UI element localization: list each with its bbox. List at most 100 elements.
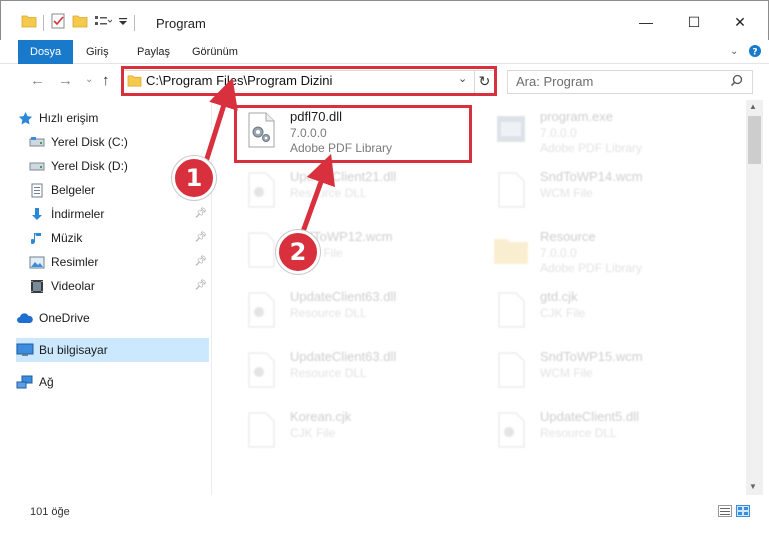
new-folder-icon[interactable] — [72, 14, 88, 31]
file-version: 7.0.0.0 — [540, 126, 577, 140]
up-arrow-icon[interactable]: ↑ — [102, 72, 110, 89]
quick-access-toolbar — [21, 13, 135, 32]
star-icon — [16, 110, 34, 126]
window-title: Program — [156, 16, 206, 31]
ribbon-tabs: Dosya Giriş Paylaş Görünüm ⌄ ? — [0, 40, 769, 64]
sidebar-item-label: Resimler — [51, 255, 99, 269]
file-description: Adobe PDF Library — [540, 141, 643, 155]
blank-file-icon — [491, 350, 531, 390]
tab-file[interactable]: Dosya — [18, 40, 74, 64]
step-1-marker: 1 — [172, 156, 216, 200]
blank-file-icon — [241, 230, 281, 270]
sidebar-item-downloads[interactable]: İndirmeler 📌︎ — [28, 202, 209, 226]
file-item-sndtowp14-wcm[interactable]: SndToWP14.wcm WCM File — [485, 164, 725, 214]
sidebar-item-music[interactable]: Müzik 📌︎ — [28, 226, 209, 250]
title-bar: Program — ☐ ✕ — [0, 0, 769, 40]
file-description: Adobe PDF Library — [540, 261, 643, 275]
dll-gear-icon — [241, 350, 281, 390]
pin-icon[interactable]: 📌︎ — [194, 280, 207, 291]
step-2-marker: 2 — [276, 230, 320, 274]
status-bar — [0, 500, 769, 524]
tab-view[interactable]: Görünüm — [180, 40, 250, 64]
large-icons-view-icon[interactable] — [736, 505, 750, 520]
sidebar-item-label: Videolar — [51, 279, 95, 293]
dll-gear-icon — [241, 170, 281, 210]
sidebar-item-label: Belgeler — [51, 183, 96, 197]
file-item-korean-cjk[interactable]: Korean.cjk CJK File — [235, 404, 475, 454]
chevron-down-icon[interactable]: ⌄ — [730, 46, 738, 57]
file-item-updateclient63-dll[interactable]: UpdateClient63.dll Resource DLL — [235, 344, 475, 394]
scroll-thumb[interactable] — [748, 116, 761, 164]
folder-icon — [491, 230, 531, 270]
file-highlight-box — [234, 105, 472, 163]
recent-locations-chevron-icon[interactable]: ⌄ — [85, 74, 93, 85]
file-name: SndToWP15.wcm — [540, 349, 643, 364]
pin-icon[interactable]: 📌︎ — [194, 232, 207, 243]
sidebar-item-onedrive[interactable]: OneDrive — [16, 306, 209, 330]
file-item-sndtowp15-wcm[interactable]: SndToWP15.wcm WCM File — [485, 344, 725, 394]
sidebar-item-network[interactable]: Ağ — [16, 370, 209, 394]
properties-check-icon[interactable] — [50, 13, 66, 32]
help-icon[interactable]: ? — [748, 44, 764, 60]
sidebar-item-label: Ağ — [39, 375, 54, 389]
scroll-up-arrow-icon[interactable]: ▲ — [749, 102, 757, 111]
file-item-program-exe[interactable]: program.exe 7.0.0.0 Adobe PDF Library — [485, 104, 725, 155]
tab-home[interactable]: Giriş — [74, 40, 121, 64]
folder-item-resource[interactable]: Resource 7.0.0.0 Adobe PDF Library — [485, 224, 725, 275]
file-name: Korean.cjk — [290, 409, 352, 424]
blank-file-icon — [241, 410, 281, 450]
file-item-updateclient5-dll[interactable]: UpdateClient5.dll Resource DLL — [485, 404, 725, 454]
exe-icon — [491, 110, 531, 150]
file-item-updateclient63-dll[interactable]: UpdateClient63.dll Resource DLL — [235, 284, 475, 334]
sidebar-item-label: Yerel Disk (C:) — [51, 135, 128, 149]
file-type: CJK File — [290, 426, 336, 440]
sidebar-item-label: Müzik — [51, 231, 83, 245]
sidebar-item-label: OneDrive — [39, 311, 90, 325]
maximize-button[interactable]: ☐ — [671, 7, 717, 37]
file-name: program.exe — [540, 109, 613, 124]
view-options-icon[interactable] — [94, 14, 113, 31]
dll-gear-icon — [491, 410, 531, 450]
view-switcher — [718, 505, 750, 520]
scroll-down-arrow-icon[interactable]: ▼ — [749, 482, 757, 491]
details-view-icon[interactable] — [718, 505, 732, 520]
file-item-gtd-cjk[interactable]: gtd.cjk CJK File — [485, 284, 725, 334]
file-item-updateclient21-dll[interactable]: UpdateClient21.dll Resource DLL — [235, 164, 475, 214]
close-button[interactable]: ✕ — [717, 7, 763, 37]
back-arrow-icon[interactable]: ← — [30, 72, 45, 89]
computer-icon — [16, 342, 34, 358]
music-icon — [28, 230, 46, 246]
file-item-sndtowp12-wcm[interactable]: SndToWP12.wcm WCM File — [235, 224, 475, 274]
drive-icon — [28, 134, 46, 150]
forward-arrow-icon[interactable]: → — [58, 72, 73, 89]
folder-icon — [21, 14, 37, 31]
file-name: UpdateClient63.dll — [290, 289, 397, 304]
pictures-icon — [28, 254, 46, 270]
file-name: UpdateClient5.dll — [540, 409, 640, 424]
cloud-icon — [16, 310, 34, 326]
minimize-button[interactable]: — — [623, 7, 669, 37]
sidebar-item-this-pc[interactable]: Bu bilgisayar — [16, 338, 209, 362]
sidebar-item-pictures[interactable]: Resimler 📌︎ — [28, 250, 209, 274]
sidebar-item-label: İndirmeler — [51, 207, 105, 221]
address-highlight-box — [121, 66, 497, 96]
svg-text:?: ? — [752, 48, 757, 58]
sidebar-item-videos[interactable]: Videolar 📌︎ — [28, 274, 209, 298]
sidebar-item-local-disk-c[interactable]: Yerel Disk (C:) — [28, 130, 209, 154]
sidebar-item-quick-access[interactable]: Hızlı erişim — [16, 106, 209, 130]
blank-file-icon — [491, 290, 531, 330]
pin-icon[interactable]: 📌︎ — [194, 208, 207, 219]
file-name: Resource — [540, 229, 596, 244]
search-icon[interactable] — [730, 74, 743, 90]
file-type: WCM File — [540, 366, 593, 380]
file-type: Resource DLL — [290, 366, 367, 380]
file-type: WCM File — [540, 186, 593, 200]
file-type: Resource DLL — [290, 306, 367, 320]
tab-share[interactable]: Paylaş — [125, 40, 182, 64]
file-type: Resource DLL — [290, 186, 367, 200]
pin-icon[interactable]: 📌︎ — [194, 256, 207, 267]
item-count: 101 öğe — [30, 506, 70, 518]
blank-file-icon — [491, 170, 531, 210]
customize-toolbar-icon[interactable] — [118, 15, 128, 30]
search-input[interactable]: Ara: Program — [516, 74, 593, 89]
